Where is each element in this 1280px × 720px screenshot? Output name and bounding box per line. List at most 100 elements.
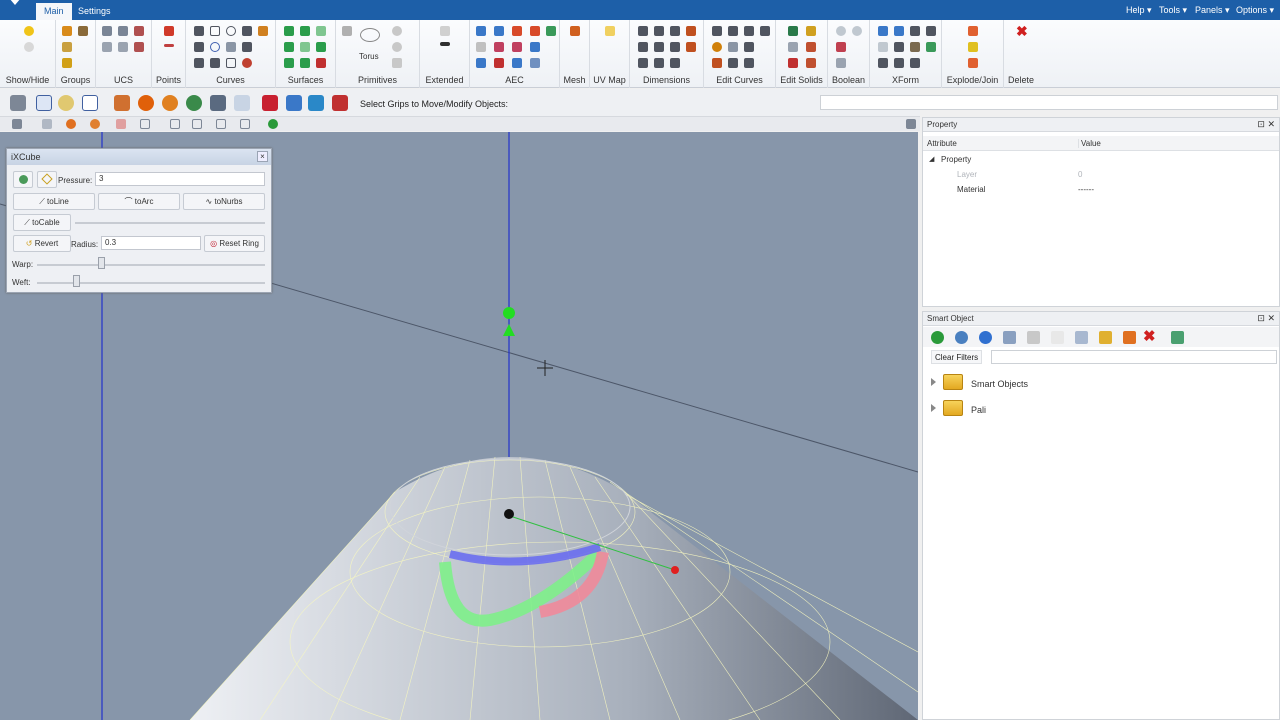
join-icon[interactable] (968, 42, 978, 52)
rectangle-icon[interactable] (210, 26, 220, 36)
surface-extrude-icon[interactable] (300, 26, 310, 36)
panel-controls[interactable]: ⊡ ✕ (1257, 313, 1275, 324)
flip-icon[interactable] (878, 58, 888, 68)
spline-icon[interactable] (258, 26, 268, 36)
aec-roofline-icon[interactable] (530, 58, 540, 68)
surface-trim-icon[interactable] (316, 58, 326, 68)
aec-slab-icon[interactable] (512, 42, 522, 52)
dim-angle-icon[interactable] (670, 26, 680, 36)
aec-beam-icon[interactable] (494, 26, 504, 36)
delete-icon[interactable]: ✖ (1143, 329, 1159, 345)
aec-column-icon[interactable] (512, 26, 522, 36)
folder-icon[interactable] (1099, 331, 1112, 344)
menu-help[interactable]: Help (1126, 5, 1152, 16)
tab-main[interactable]: Main (36, 3, 72, 20)
pin-icon[interactable] (906, 119, 916, 129)
snap-quad-icon[interactable] (240, 119, 250, 129)
dim-ordinate-icon[interactable] (686, 42, 696, 52)
tree-item[interactable]: Pali (923, 398, 1279, 420)
attribute-column-header[interactable]: Attribute (927, 139, 957, 148)
solid-extrude-icon[interactable] (806, 42, 816, 52)
aec-stair-icon[interactable] (546, 26, 556, 36)
edit-curve-2-icon[interactable] (728, 26, 738, 36)
snap-perp-icon[interactable] (170, 119, 180, 129)
dim-continue-icon[interactable] (654, 58, 664, 68)
red-grip[interactable] (671, 566, 679, 574)
aec-profile-icon[interactable] (512, 58, 522, 68)
skew-icon[interactable] (894, 58, 904, 68)
edit-curve-3-icon[interactable] (744, 26, 754, 36)
warp-slider[interactable] (37, 264, 265, 266)
dim-linear-icon[interactable] (638, 26, 648, 36)
clear-filters-button[interactable]: Clear Filters (931, 350, 983, 364)
render-icon[interactable] (210, 95, 226, 111)
app-menu-button[interactable] (0, 0, 32, 20)
group-add-icon[interactable] (62, 42, 72, 52)
curve-tool-icon[interactable] (332, 95, 348, 111)
refresh-icon[interactable] (931, 331, 944, 344)
aec-door-icon[interactable] (476, 42, 486, 52)
pipe-join-icon[interactable] (968, 58, 978, 68)
helix-icon[interactable] (242, 42, 252, 52)
polyline-icon[interactable] (194, 42, 204, 52)
box-view-icon[interactable] (114, 95, 130, 111)
ucs-view-icon[interactable] (118, 26, 128, 36)
window-select-icon[interactable] (36, 95, 52, 111)
bend-icon[interactable] (910, 58, 920, 68)
snap-end-icon[interactable] (116, 119, 126, 129)
sphere-icon[interactable] (392, 26, 402, 36)
snap-point-icon[interactable] (66, 119, 76, 129)
material-icon[interactable] (262, 95, 278, 111)
close-icon[interactable]: × (257, 151, 268, 162)
solid-fillet-icon[interactable] (806, 26, 816, 36)
select-icon[interactable] (10, 95, 26, 111)
curve-5-icon[interactable] (194, 58, 204, 68)
snap-settings-icon[interactable] (42, 119, 52, 129)
intersect-icon[interactable] (836, 42, 846, 52)
layers-icon[interactable] (234, 95, 250, 111)
expand-icon[interactable] (931, 378, 940, 386)
aec-rail-icon[interactable] (530, 42, 540, 52)
array-icon[interactable] (878, 42, 888, 52)
solid-shell-icon[interactable] (788, 26, 798, 36)
offset-icon[interactable] (744, 42, 754, 52)
break-icon[interactable] (744, 58, 754, 68)
bulb-off-icon[interactable] (24, 42, 34, 52)
cone-icon[interactable] (392, 58, 402, 68)
circle-icon[interactable] (210, 42, 220, 52)
cable-slider[interactable] (75, 222, 265, 224)
snap-near-icon[interactable] (216, 119, 226, 129)
extend-icon[interactable] (728, 58, 738, 68)
surface-plane-icon[interactable] (284, 26, 294, 36)
expand-icon[interactable] (931, 404, 940, 412)
box-icon[interactable] (342, 26, 352, 36)
solid-chamfer-icon[interactable] (788, 42, 798, 52)
property-row[interactable]: Material ------ (923, 182, 1279, 197)
menu-tools[interactable]: Tools (1159, 5, 1187, 16)
cube-button[interactable] (13, 171, 33, 188)
link-icon[interactable] (1003, 331, 1016, 344)
ucs-x-icon[interactable] (102, 42, 112, 52)
shaded-sphere-icon[interactable] (138, 95, 154, 111)
ungroup-icon[interactable] (78, 26, 88, 36)
uv-map-icon[interactable] (605, 26, 615, 36)
snap-on-icon[interactable] (268, 119, 278, 129)
copy-icon[interactable] (910, 42, 920, 52)
surface-revolve-icon[interactable] (316, 26, 326, 36)
solid-split-icon[interactable] (788, 58, 798, 68)
dim-diameter-icon[interactable] (638, 42, 648, 52)
warp-slider-thumb[interactable] (97, 257, 105, 269)
zoom-icon[interactable] (58, 95, 74, 111)
ixcube-panel-header[interactable]: iXCube × (7, 149, 271, 165)
arc-icon[interactable] (242, 26, 252, 36)
delete-icon[interactable]: ✖ (1016, 24, 1028, 38)
snap-grid-icon[interactable] (12, 119, 22, 129)
surface-patch-icon[interactable] (316, 42, 326, 52)
help-icon[interactable] (979, 331, 992, 344)
trim-icon[interactable] (712, 58, 722, 68)
property-row[interactable]: Layer 0 (923, 167, 1279, 182)
reset-ring-button[interactable]: ◎ Reset Ring (204, 235, 265, 252)
edit-curve-1-icon[interactable] (712, 26, 722, 36)
aec-pipe-icon[interactable] (494, 58, 504, 68)
line-icon[interactable] (194, 26, 204, 36)
